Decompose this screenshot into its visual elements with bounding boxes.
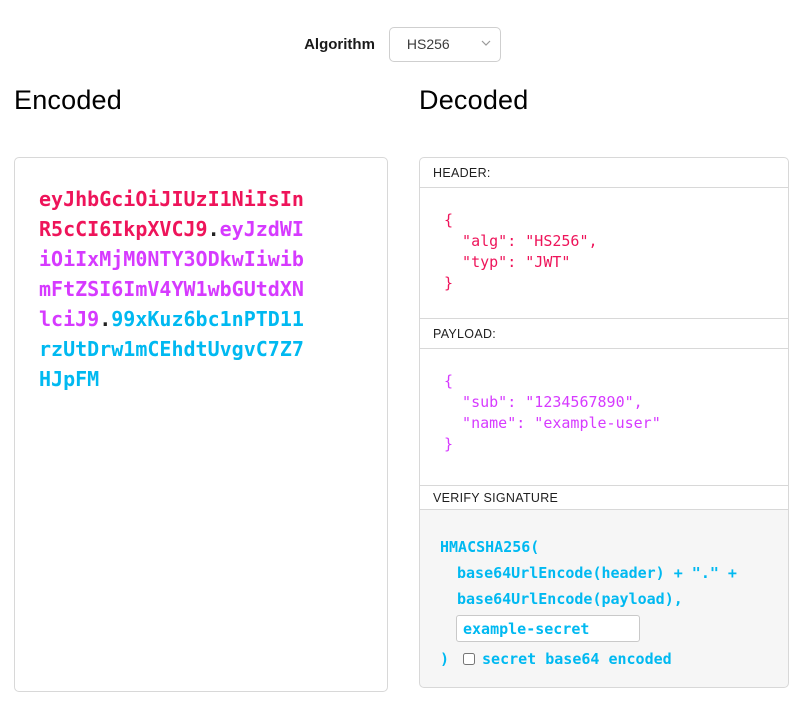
algorithm-select[interactable]: HS256 bbox=[389, 27, 501, 62]
encoded-token-editor[interactable]: eyJhbGciOiJIUzI1NiIsInR5cCI6IkpXVCJ9.eyJ… bbox=[14, 157, 388, 692]
encoded-column: Encoded eyJhbGciOiJIUzI1NiIsInR5cCI6IkpX… bbox=[14, 84, 388, 692]
verify-signature-label: VERIFY SIGNATURE bbox=[419, 485, 789, 510]
payload-json-line: } bbox=[444, 434, 764, 455]
secret-base64-label[interactable]: secret base64 encoded bbox=[482, 646, 672, 672]
secret-input[interactable] bbox=[456, 615, 640, 642]
payload-json-line: "sub": "1234567890", bbox=[444, 392, 764, 413]
header-json-editor[interactable]: { "alg": "HS256", "typ": "JWT" } bbox=[419, 187, 789, 319]
signature-code-line: base64UrlEncode(payload), bbox=[440, 586, 768, 612]
decoded-panel: HEADER: { "alg": "HS256", "typ": "JWT" }… bbox=[419, 157, 789, 688]
decoded-title: Decoded bbox=[419, 84, 789, 117]
header-json-line: "alg": "HS256", bbox=[444, 231, 764, 252]
signature-code-line: HMACSHA256( bbox=[440, 534, 768, 560]
signature-close-paren: ) bbox=[440, 646, 449, 672]
token-dot-2: . bbox=[99, 307, 111, 331]
payload-json-line: "name": "example-user" bbox=[444, 413, 764, 434]
header-json-line: } bbox=[444, 273, 764, 294]
payload-json-line: { bbox=[444, 371, 764, 392]
signature-code-line: base64UrlEncode(header) + "." + bbox=[440, 560, 768, 586]
main-columns: Encoded eyJhbGciOiJIUzI1NiIsInR5cCI6IkpX… bbox=[0, 84, 805, 692]
signature-close-row: ) secret base64 encoded bbox=[440, 646, 768, 672]
header-section-label: HEADER: bbox=[419, 157, 789, 188]
payload-json-editor[interactable]: { "sub": "1234567890", "name": "example-… bbox=[419, 348, 789, 486]
header-json-line: "typ": "JWT" bbox=[444, 252, 764, 273]
token-dot-1: . bbox=[208, 217, 220, 241]
header-json-line: { bbox=[444, 210, 764, 231]
encoded-title: Encoded bbox=[14, 84, 388, 117]
payload-section-label: PAYLOAD: bbox=[419, 318, 789, 349]
jwt-token-text[interactable]: eyJhbGciOiJIUzI1NiIsInR5cCI6IkpXVCJ9.eyJ… bbox=[39, 184, 307, 394]
algorithm-label: Algorithm bbox=[304, 36, 375, 53]
verify-signature-panel: HMACSHA256( base64UrlEncode(header) + ".… bbox=[419, 509, 789, 688]
decoded-column: Decoded HEADER: { "alg": "HS256", "typ":… bbox=[419, 84, 789, 692]
algorithm-row: Algorithm HS256 bbox=[0, 0, 805, 62]
algorithm-select-wrap: HS256 bbox=[389, 27, 501, 62]
secret-base64-checkbox[interactable] bbox=[463, 653, 475, 665]
